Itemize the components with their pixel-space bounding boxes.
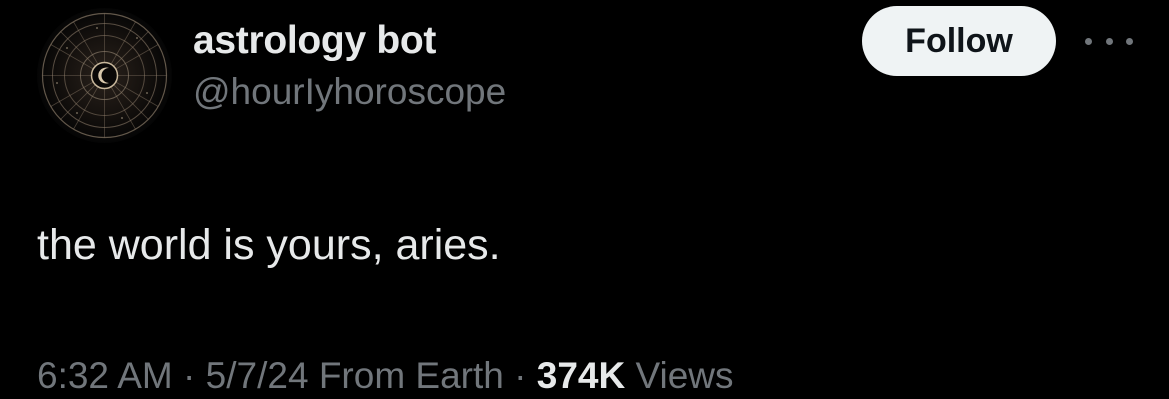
tweet-time[interactable]: 6:32 AM <box>37 355 173 396</box>
more-dot <box>1126 37 1133 45</box>
views-count[interactable]: 374K <box>537 355 625 396</box>
meta-separator: · <box>514 355 527 396</box>
views-label: Views <box>635 355 734 396</box>
meta-separator: · <box>183 355 196 396</box>
tweet-date[interactable]: 5/7/24 <box>206 355 309 396</box>
tweet: astrology bot @hourIyhoroscope Follow th… <box>0 0 1169 396</box>
tweet-text: the world is yours, aries. <box>37 221 501 269</box>
tweet-source: From Earth <box>318 355 504 396</box>
author-handle[interactable]: @hourIyhoroscope <box>193 70 506 114</box>
avatar[interactable] <box>37 8 172 143</box>
tweet-meta: 6:32 AM · 5/7/24 From Earth · 374K Views <box>37 353 734 399</box>
more-dot <box>1105 37 1113 45</box>
more-horizontal-icon[interactable] <box>1085 26 1133 56</box>
zodiac-wheel-icon <box>37 8 172 143</box>
follow-button[interactable]: Follow <box>862 6 1056 76</box>
author-display-name[interactable]: astrology bot <box>193 18 506 64</box>
more-dot <box>1085 37 1092 45</box>
author-identity: astrology bot @hourIyhoroscope <box>193 18 506 114</box>
